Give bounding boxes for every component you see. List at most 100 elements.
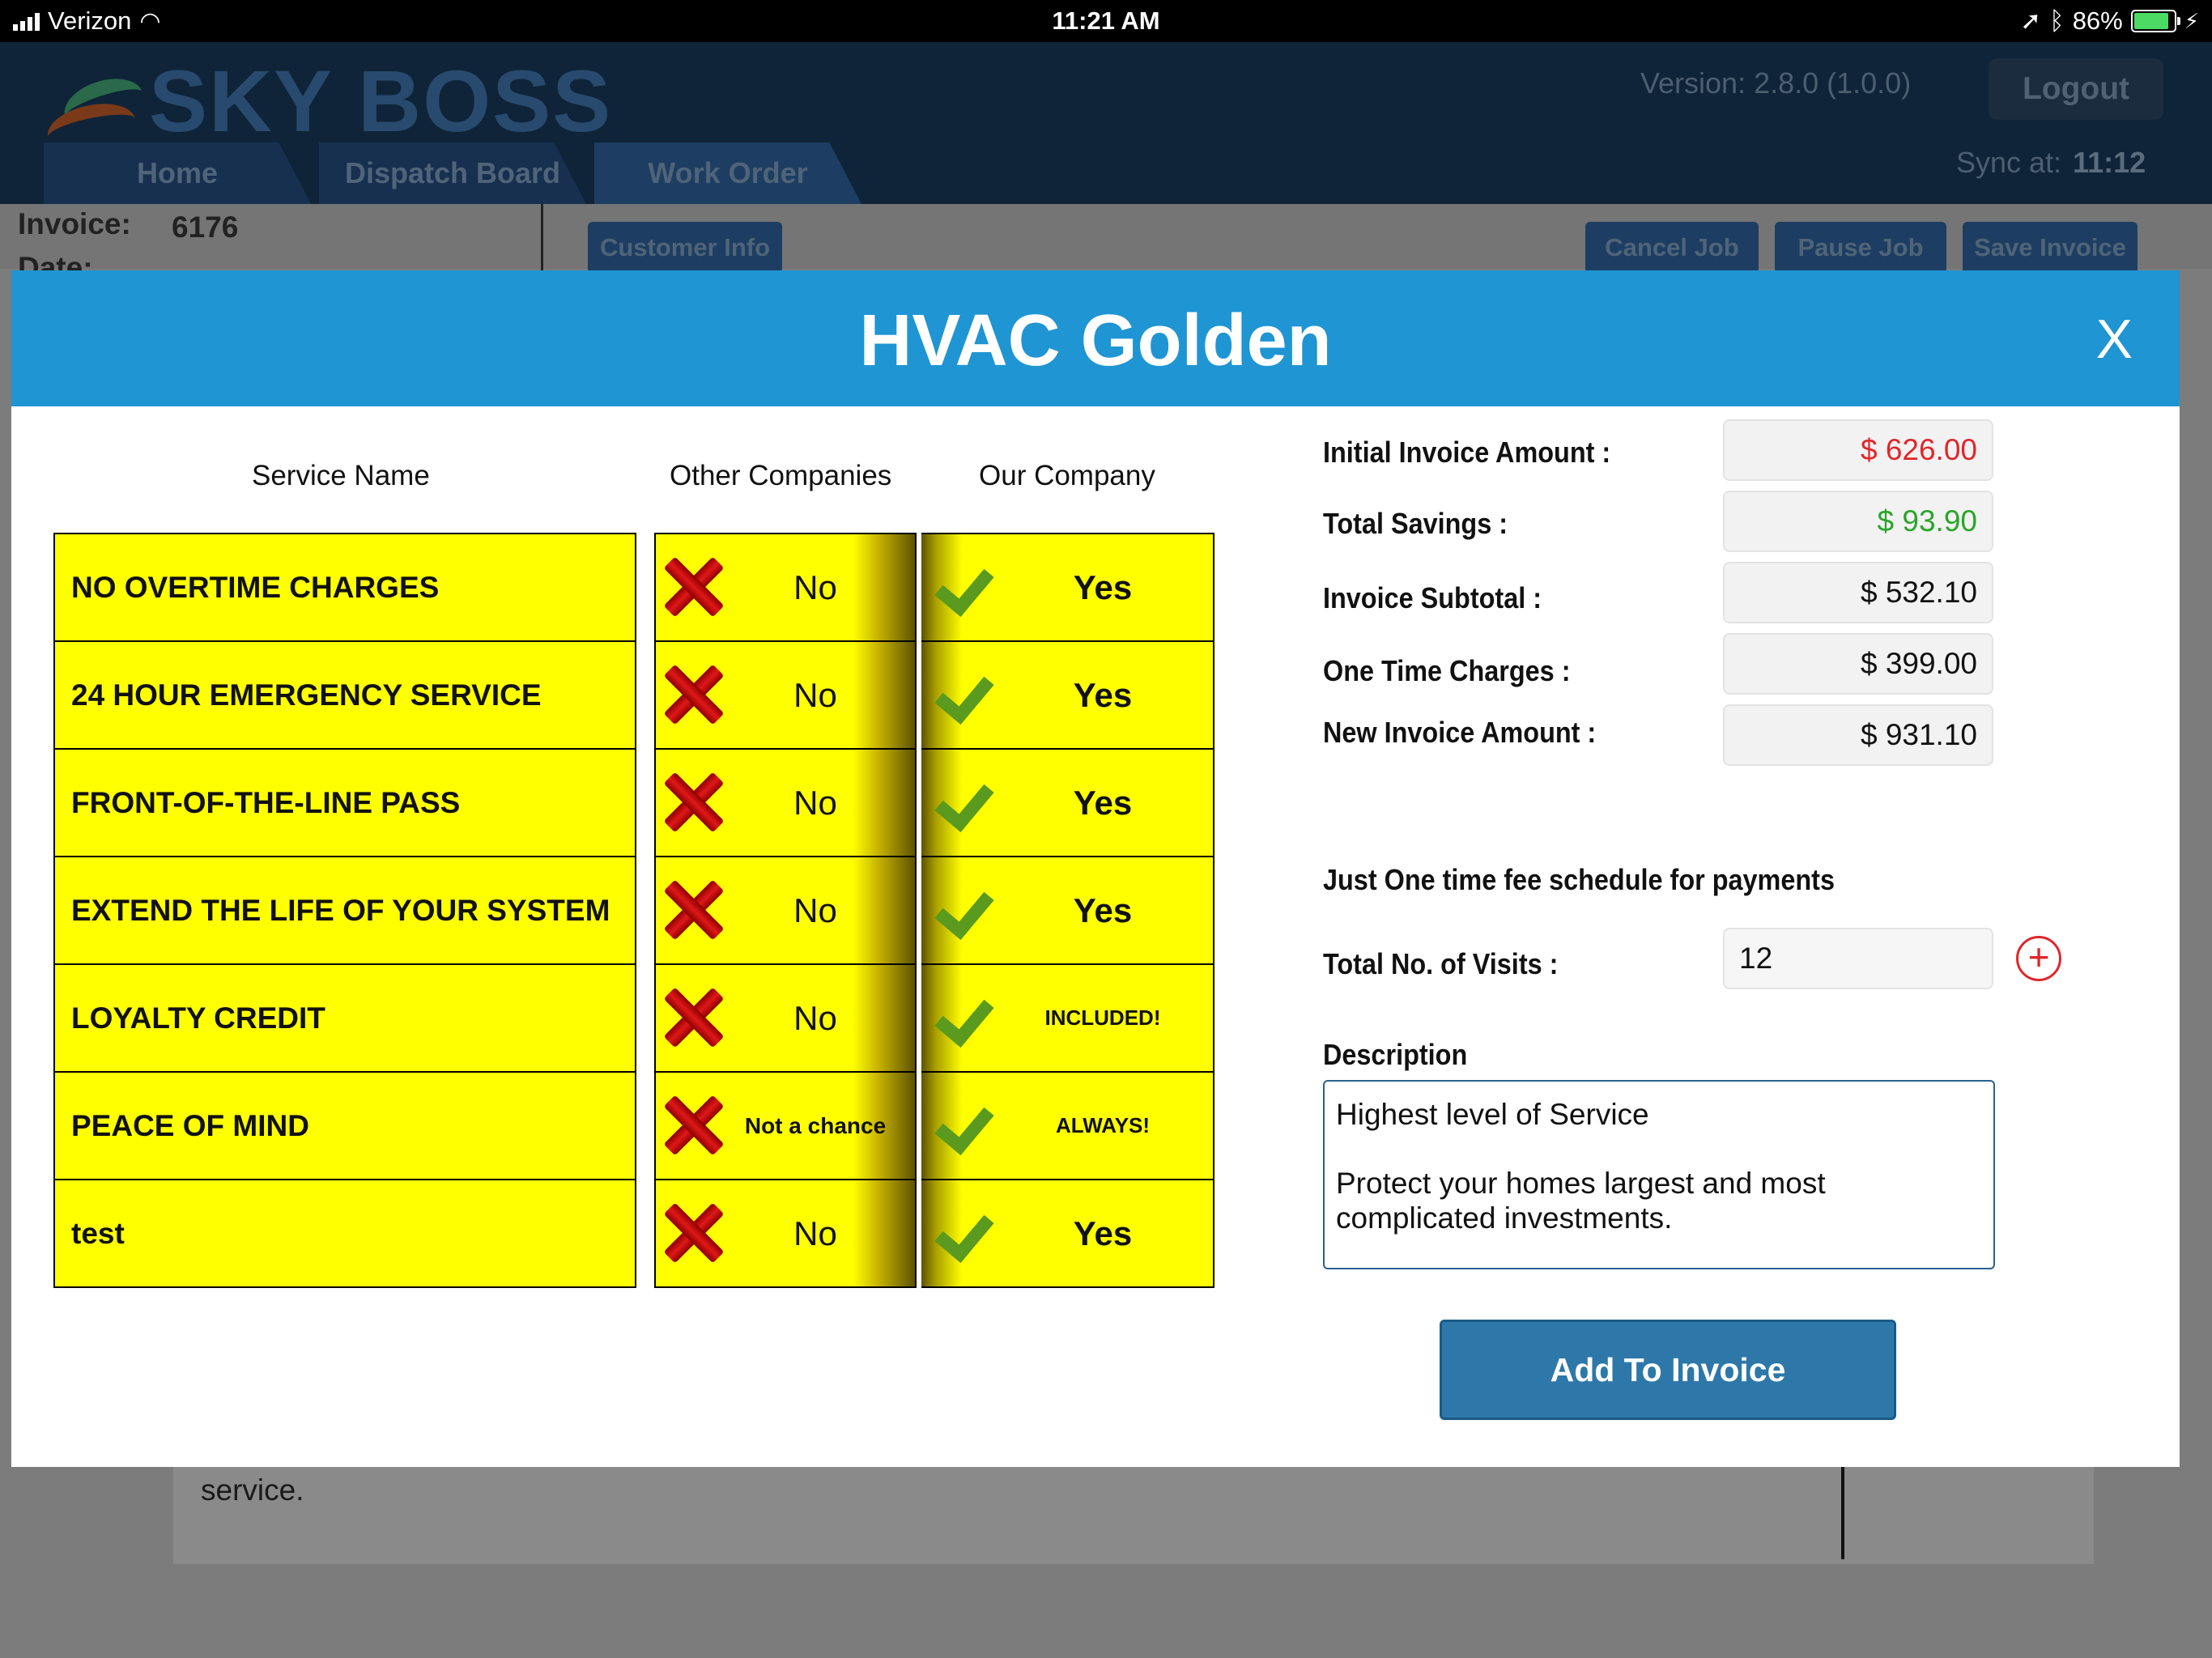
logo-text: SKY BOSS <box>149 52 613 150</box>
x-mark-icon <box>662 986 725 1049</box>
check-mark-icon <box>938 660 996 718</box>
our-company-cell: INCLUDED! <box>921 963 1214 1073</box>
x-mark-icon <box>662 1094 725 1157</box>
description-textarea[interactable]: Highest level of Service Protect your ho… <box>1323 1080 1995 1269</box>
status-right: ➚ ᛒ 86% ⚡ <box>2020 6 2199 36</box>
service-cell: FRONT-OF-THE-LINE PASS <box>53 748 636 857</box>
add-visit-plus-icon[interactable]: + <box>2016 936 2061 981</box>
package-description-text: service. <box>201 1473 304 1507</box>
service-name: FRONT-OF-THE-LINE PASS <box>71 785 461 819</box>
x-mark-icon <box>662 878 725 942</box>
subtotal-label: Invoice Subtotal : <box>1323 581 1542 614</box>
other-company-value: No <box>793 1214 837 1252</box>
other-company-value: No <box>793 998 837 1037</box>
check-mark-icon <box>938 767 996 826</box>
service-cell: EXTEND THE LIFE OF YOUR SYSTEM <box>53 856 636 965</box>
our-company-value: Yes <box>1073 568 1133 606</box>
description-label: Description <box>1323 1038 1468 1071</box>
modal-header: HVAC Golden X <box>11 270 2180 406</box>
battery-percent: 86% <box>2072 6 2123 35</box>
cancel-job-button[interactable]: Cancel Job <box>1585 222 1759 274</box>
our-company-value: Yes <box>1073 891 1133 929</box>
our-company-value: ALWAYS! <box>1055 1113 1151 1137</box>
location-icon: ➚ <box>2020 6 2042 35</box>
app-header: SKY BOSS Version: 2.8.0 (1.0.0) Logout S… <box>0 42 2212 204</box>
service-name: test <box>71 1216 125 1250</box>
service-cell: NO OVERTIME CHARGES <box>53 533 636 642</box>
invoice-label: Invoice: <box>18 207 131 240</box>
table-row: LOYALTY CREDIT No INCLUDED! <box>11 963 1226 1073</box>
visits-input[interactable] <box>1723 928 1993 989</box>
other-company-cell: No <box>654 1179 917 1288</box>
service-cell: 24 HOUR EMERGENCY SERVICE <box>53 640 636 750</box>
check-mark-icon <box>938 983 996 1041</box>
close-button[interactable]: X <box>2096 308 2133 371</box>
customer-info-button[interactable]: Customer Info <box>588 222 782 274</box>
panel-rule <box>1841 1464 1844 1559</box>
check-mark-icon <box>938 1198 996 1256</box>
service-name: EXTEND THE LIFE OF YOUR SYSTEM <box>71 893 610 927</box>
new-amount-field: $ 931.10 <box>1723 704 1993 766</box>
x-mark-icon <box>662 1201 725 1265</box>
battery-icon <box>2130 10 2180 32</box>
save-invoice-button[interactable]: Save Invoice <box>1963 222 2138 274</box>
our-company-value: INCLUDED! <box>1044 1005 1161 1030</box>
service-name: NO OVERTIME CHARGES <box>71 570 440 604</box>
service-cell: LOYALTY CREDIT <box>53 963 636 1073</box>
our-company-cell: Yes <box>921 640 1214 750</box>
pause-job-button[interactable]: Pause Job <box>1775 222 1946 274</box>
visits-label: Total No. of Visits : <box>1323 947 1559 980</box>
other-company-value: No <box>793 675 837 714</box>
initial-amount-field: $ 626.00 <box>1723 419 1993 481</box>
other-company-cell: No <box>654 748 917 857</box>
service-name: 24 HOUR EMERGENCY SERVICE <box>71 678 542 712</box>
initial-amount-label: Initial Invoice Amount : <box>1323 436 1611 469</box>
other-company-value: No <box>793 891 837 929</box>
check-mark-icon <box>938 1090 996 1149</box>
one-time-charges-label: One Time Charges : <box>1323 654 1571 687</box>
table-row: PEACE OF MIND Not a chance ALWAYS! <box>11 1071 1226 1180</box>
table-row: NO OVERTIME CHARGES No Yes <box>11 533 1226 642</box>
sync-time: 11:12 <box>2073 146 2146 179</box>
check-mark-icon <box>938 552 996 610</box>
x-mark-icon <box>662 555 725 619</box>
sync-label: Sync at: <box>1956 146 2062 179</box>
logout-button[interactable]: Logout <box>1989 58 2163 120</box>
other-company-cell: No <box>654 856 917 965</box>
sync-status: Sync at: 11:12 <box>1956 146 2146 180</box>
table-row: 24 HOUR EMERGENCY SERVICE No Yes <box>11 640 1226 750</box>
logo-swoosh-icon <box>43 65 150 159</box>
sky-boss-logo: SKY BOSS <box>43 50 613 159</box>
check-mark-icon <box>938 875 996 933</box>
status-time: 11:21 AM <box>1052 6 1160 35</box>
table-row: FRONT-OF-THE-LINE PASS No Yes <box>11 748 1226 857</box>
other-company-value: No <box>793 783 837 822</box>
column-header-other: Other Companies <box>670 460 892 491</box>
tab-home[interactable]: Home <box>44 142 311 204</box>
column-header-service: Service Name <box>252 460 430 491</box>
charging-icon: ⚡ <box>2184 8 2199 33</box>
savings-label: Total Savings : <box>1323 507 1508 540</box>
main-tabs: Home Dispatch Board Work Order <box>44 142 861 204</box>
our-company-value: Yes <box>1073 675 1133 714</box>
one-time-charges-field: $ 399.00 <box>1723 633 1993 695</box>
other-company-cell: Not a chance <box>654 1071 917 1180</box>
add-to-invoice-button[interactable]: Add To Invoice <box>1440 1320 1896 1420</box>
service-cell: test <box>53 1179 636 1288</box>
our-company-cell: Yes <box>921 856 1214 965</box>
other-company-value: No <box>793 568 837 606</box>
tab-work-order[interactable]: Work Order <box>594 142 861 204</box>
new-amount-label: New Invoice Amount : <box>1323 716 1597 749</box>
other-company-cell: No <box>654 533 917 642</box>
our-company-cell: Yes <box>921 1179 1214 1288</box>
our-company-cell: ALWAYS! <box>921 1071 1214 1180</box>
savings-field: $ 93.90 <box>1723 491 1993 552</box>
table-row: test No Yes <box>11 1179 1226 1288</box>
tab-dispatch-board[interactable]: Dispatch Board <box>319 142 586 204</box>
invoice-number: 6176 <box>172 210 239 244</box>
our-company-value: Yes <box>1073 1214 1133 1252</box>
column-header-ours: Our Company <box>979 460 1155 491</box>
service-name: LOYALTY CREDIT <box>71 1001 325 1035</box>
service-cell: PEACE OF MIND <box>53 1071 636 1180</box>
table-row: EXTEND THE LIFE OF YOUR SYSTEM No Yes <box>11 856 1226 965</box>
